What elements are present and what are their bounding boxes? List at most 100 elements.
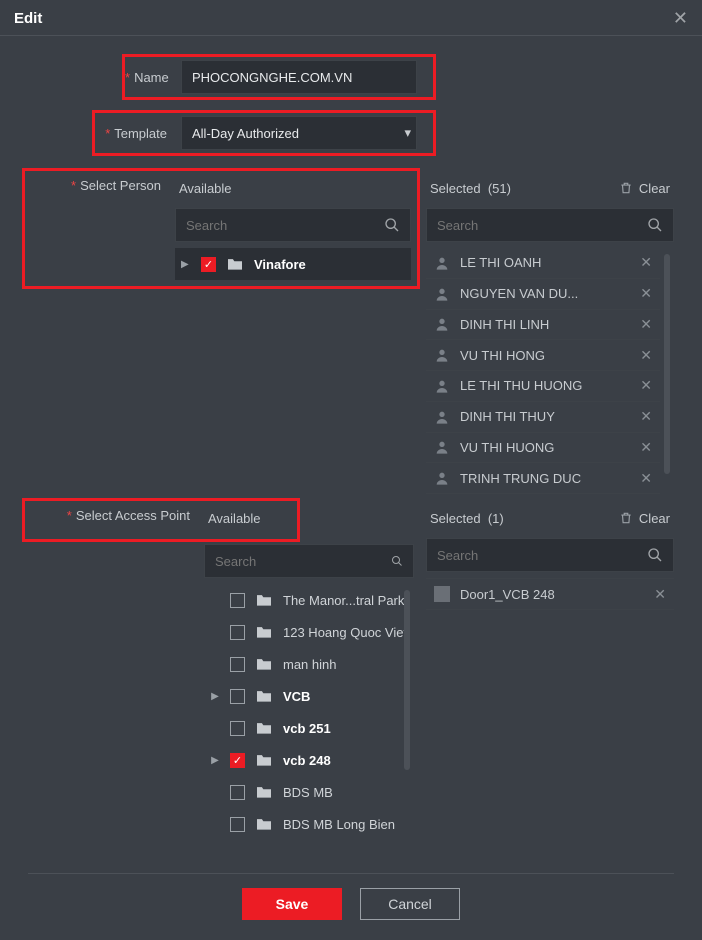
template-value[interactable]: [181, 116, 417, 150]
selected-person-item[interactable]: TRINH TRUNG DUC ✕: [426, 463, 660, 494]
person-name: DINH THI THUY: [460, 409, 630, 424]
clear-ap-button[interactable]: Clear: [619, 511, 670, 526]
person-icon: [434, 409, 450, 425]
selected-person-item[interactable]: NGUYEN VAN DU... ✕: [426, 279, 660, 310]
ap-tree-item[interactable]: man hinh: [204, 648, 414, 680]
available-label-person: Available: [179, 181, 232, 196]
remove-icon[interactable]: ✕: [640, 316, 652, 333]
ap-selected-search-input[interactable]: [437, 548, 647, 563]
ap-label: BDS MB Long Bien: [283, 817, 395, 832]
folder-icon: [255, 625, 273, 639]
form-area: *Name *Template ▾: [0, 36, 702, 164]
scrollbar[interactable]: [404, 590, 410, 770]
selected-person-item[interactable]: DINH THI THUY ✕: [426, 402, 660, 433]
selected-person-item[interactable]: VU THI HONG ✕: [426, 340, 660, 371]
ap-tree-item[interactable]: 123 Hoang Quoc Viet: [204, 616, 414, 648]
remove-icon[interactable]: ✕: [640, 470, 652, 487]
checkbox[interactable]: [230, 593, 245, 608]
checkbox[interactable]: [230, 657, 245, 672]
selected-person-item[interactable]: LE THI THU HUONG ✕: [426, 371, 660, 402]
remove-icon[interactable]: ✕: [654, 586, 666, 603]
ap-tree-item[interactable]: vcb 251: [204, 712, 414, 744]
modal-title: Edit: [14, 10, 42, 27]
ap-label: 123 Hoang Quoc Viet: [283, 625, 407, 640]
folder-icon: [226, 257, 244, 271]
remove-icon[interactable]: ✕: [640, 347, 652, 364]
ap-tree-item[interactable]: ▶ VCB: [204, 680, 414, 712]
selected-ap-label: Selected: [430, 511, 481, 526]
clear-label: Clear: [639, 181, 670, 196]
expand-caret-icon[interactable]: ▶: [210, 691, 220, 702]
template-label: Template: [114, 126, 167, 141]
ap-available-search-input[interactable]: [215, 554, 391, 569]
person-icon: [434, 255, 450, 271]
person-name: DINH THI LINH: [460, 317, 630, 332]
selected-person-item[interactable]: LE THI OANH ✕: [426, 248, 660, 279]
ap-selected-search[interactable]: [426, 538, 674, 572]
checkbox[interactable]: [230, 689, 245, 704]
ap-tree-item[interactable]: ▶ ✓ vcb 248: [204, 744, 414, 776]
titlebar: Edit ✕: [0, 0, 702, 35]
remove-icon[interactable]: ✕: [640, 439, 652, 456]
folder-icon: [255, 657, 273, 671]
person-available-search[interactable]: [175, 208, 411, 242]
checkbox[interactable]: [230, 625, 245, 640]
person-icon: [434, 378, 450, 394]
folder-icon: [255, 753, 273, 767]
ap-tree-item[interactable]: The Manor...tral Park: [204, 584, 414, 616]
ap-label: BDS MB: [283, 785, 333, 800]
search-icon: [391, 553, 403, 569]
person-available-search-input[interactable]: [186, 218, 384, 233]
ap-tree-item[interactable]: BDS MB Long Bien: [204, 808, 414, 838]
expand-caret-icon[interactable]: ▶: [210, 755, 220, 766]
save-button[interactable]: Save: [242, 888, 342, 920]
person-icon: [434, 347, 450, 363]
person-name: VU THI HUONG: [460, 440, 630, 455]
footer: Save Cancel: [0, 874, 702, 940]
person-icon: [434, 316, 450, 332]
checkbox[interactable]: [230, 785, 245, 800]
cancel-button[interactable]: Cancel: [360, 888, 460, 920]
expand-caret-icon[interactable]: ▶: [181, 259, 191, 270]
name-input[interactable]: [181, 60, 417, 94]
selected-person-item[interactable]: VU THI HUONG ✕: [426, 433, 660, 464]
person-tree-item[interactable]: ▶ ✓ Vinafore: [175, 248, 411, 280]
clear-persons-button[interactable]: Clear: [619, 181, 670, 196]
door-icon: [434, 586, 450, 602]
ap-label: vcb 248: [283, 753, 331, 768]
person-icon: [434, 470, 450, 486]
person-selected-search-input[interactable]: [437, 218, 647, 233]
person-name: NGUYEN VAN DU...: [460, 286, 630, 301]
selected-person-item[interactable]: DINH THI LINH ✕: [426, 310, 660, 341]
ap-available-search[interactable]: [204, 544, 414, 578]
remove-icon[interactable]: ✕: [640, 254, 652, 271]
selected-ap-label-text: Door1_VCB 248: [460, 587, 644, 602]
selected-persons-count: 51: [492, 181, 506, 196]
checkbox[interactable]: ✓: [201, 257, 216, 272]
remove-icon[interactable]: ✕: [640, 285, 652, 302]
selected-ap-item[interactable]: Door1_VCB 248 ✕: [426, 578, 674, 610]
person-icon: [434, 439, 450, 455]
ap-tree-item[interactable]: BDS MB: [204, 776, 414, 808]
remove-icon[interactable]: ✕: [640, 377, 652, 394]
remove-icon[interactable]: ✕: [640, 408, 652, 425]
clear-label: Clear: [639, 511, 670, 526]
select-person-label: Select Person: [80, 178, 161, 193]
scrollbar[interactable]: [664, 254, 670, 474]
folder-icon: [255, 593, 273, 607]
person-name: VU THI HONG: [460, 348, 630, 363]
trash-icon: [619, 511, 633, 525]
edit-modal: Edit ✕ *Name *Template: [0, 0, 702, 940]
folder-icon: [255, 785, 273, 799]
close-icon[interactable]: ✕: [673, 8, 688, 29]
person-selected-search[interactable]: [426, 208, 674, 242]
person-tree-label: Vinafore: [254, 257, 306, 272]
checkbox[interactable]: [230, 721, 245, 736]
template-select[interactable]: ▾: [181, 116, 421, 150]
person-icon: [434, 286, 450, 302]
checkbox[interactable]: [230, 817, 245, 832]
trash-icon: [619, 181, 633, 195]
ap-tree: The Manor...tral Park 123 Hoang Quoc Vie…: [204, 584, 414, 838]
person-tree: ▶ ✓ Vinafore: [175, 248, 411, 280]
checkbox[interactable]: ✓: [230, 753, 245, 768]
